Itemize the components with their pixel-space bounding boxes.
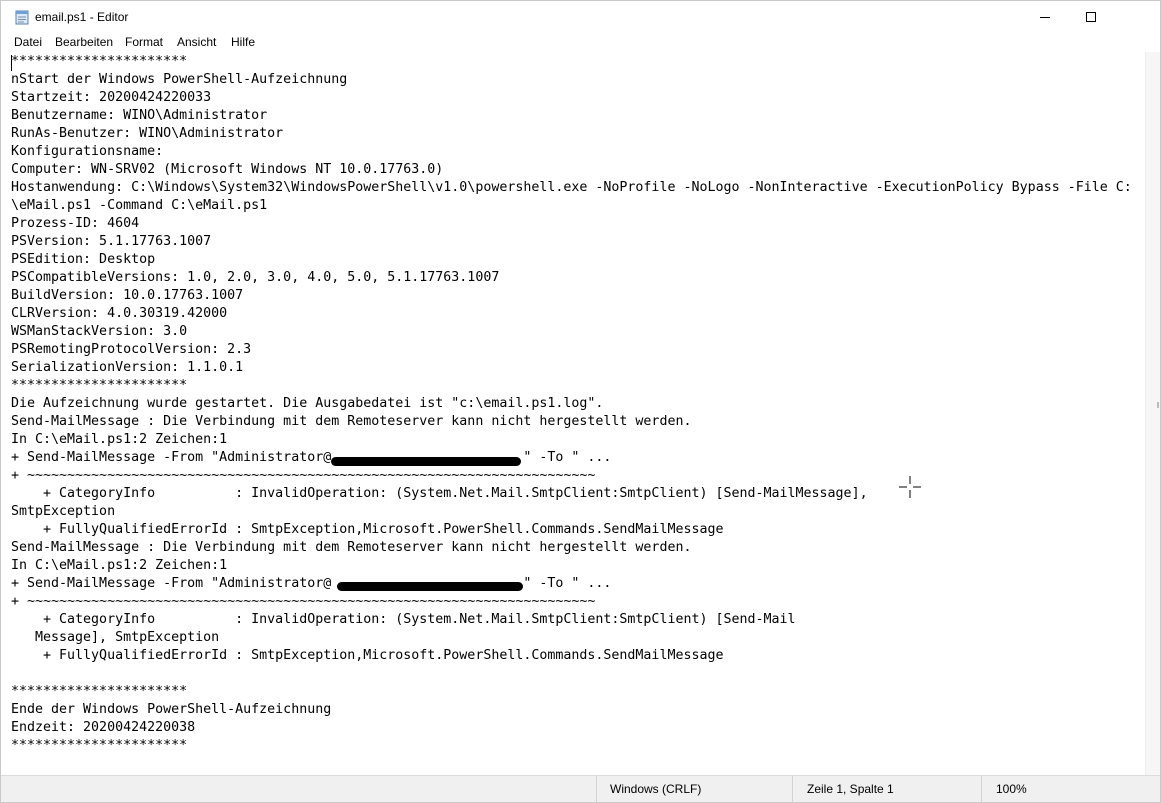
- crosshair-cursor-icon: [899, 476, 921, 498]
- status-divider: [596, 776, 597, 802]
- minimize-icon: [1040, 17, 1050, 18]
- menu-hilfe[interactable]: Hilfe: [231, 35, 255, 49]
- status-bar: Windows (CRLF) Zeile 1, Spalte 1 100%: [1, 775, 1160, 802]
- window-title: email.ps1 - Editor: [35, 10, 129, 24]
- minimize-button[interactable]: [1022, 1, 1068, 33]
- menu-format[interactable]: Format: [125, 35, 163, 49]
- title-bar[interactable]: email.ps1 - Editor: [1, 1, 1160, 33]
- status-cursor-position: Zeile 1, Spalte 1: [807, 782, 894, 796]
- editor-text[interactable]: ********************** nStart der Window…: [11, 53, 1132, 755]
- redaction-mark: [331, 457, 521, 466]
- maximize-icon: [1086, 12, 1096, 22]
- menu-bar: Datei Bearbeiten Format Ansicht Hilfe: [1, 33, 1160, 52]
- maximize-button[interactable]: [1068, 1, 1114, 33]
- status-divider: [792, 776, 793, 802]
- scrollbar-marker: [1157, 402, 1159, 408]
- vertical-scrollbar[interactable]: [1145, 52, 1160, 775]
- text-caret: [11, 55, 12, 71]
- status-zoom: 100%: [996, 782, 1027, 796]
- text-editor-area[interactable]: ********************** nStart der Window…: [1, 52, 1145, 775]
- menu-bearbeiten[interactable]: Bearbeiten: [55, 35, 113, 49]
- status-divider: [981, 776, 982, 802]
- status-line-ending: Windows (CRLF): [610, 782, 702, 796]
- menu-ansicht[interactable]: Ansicht: [177, 35, 216, 49]
- menu-datei[interactable]: Datei: [14, 35, 42, 49]
- notepad-icon: [15, 10, 29, 25]
- redaction-mark: [337, 582, 523, 591]
- editor-window: email.ps1 - Editor Datei Bearbeiten Form…: [0, 0, 1161, 803]
